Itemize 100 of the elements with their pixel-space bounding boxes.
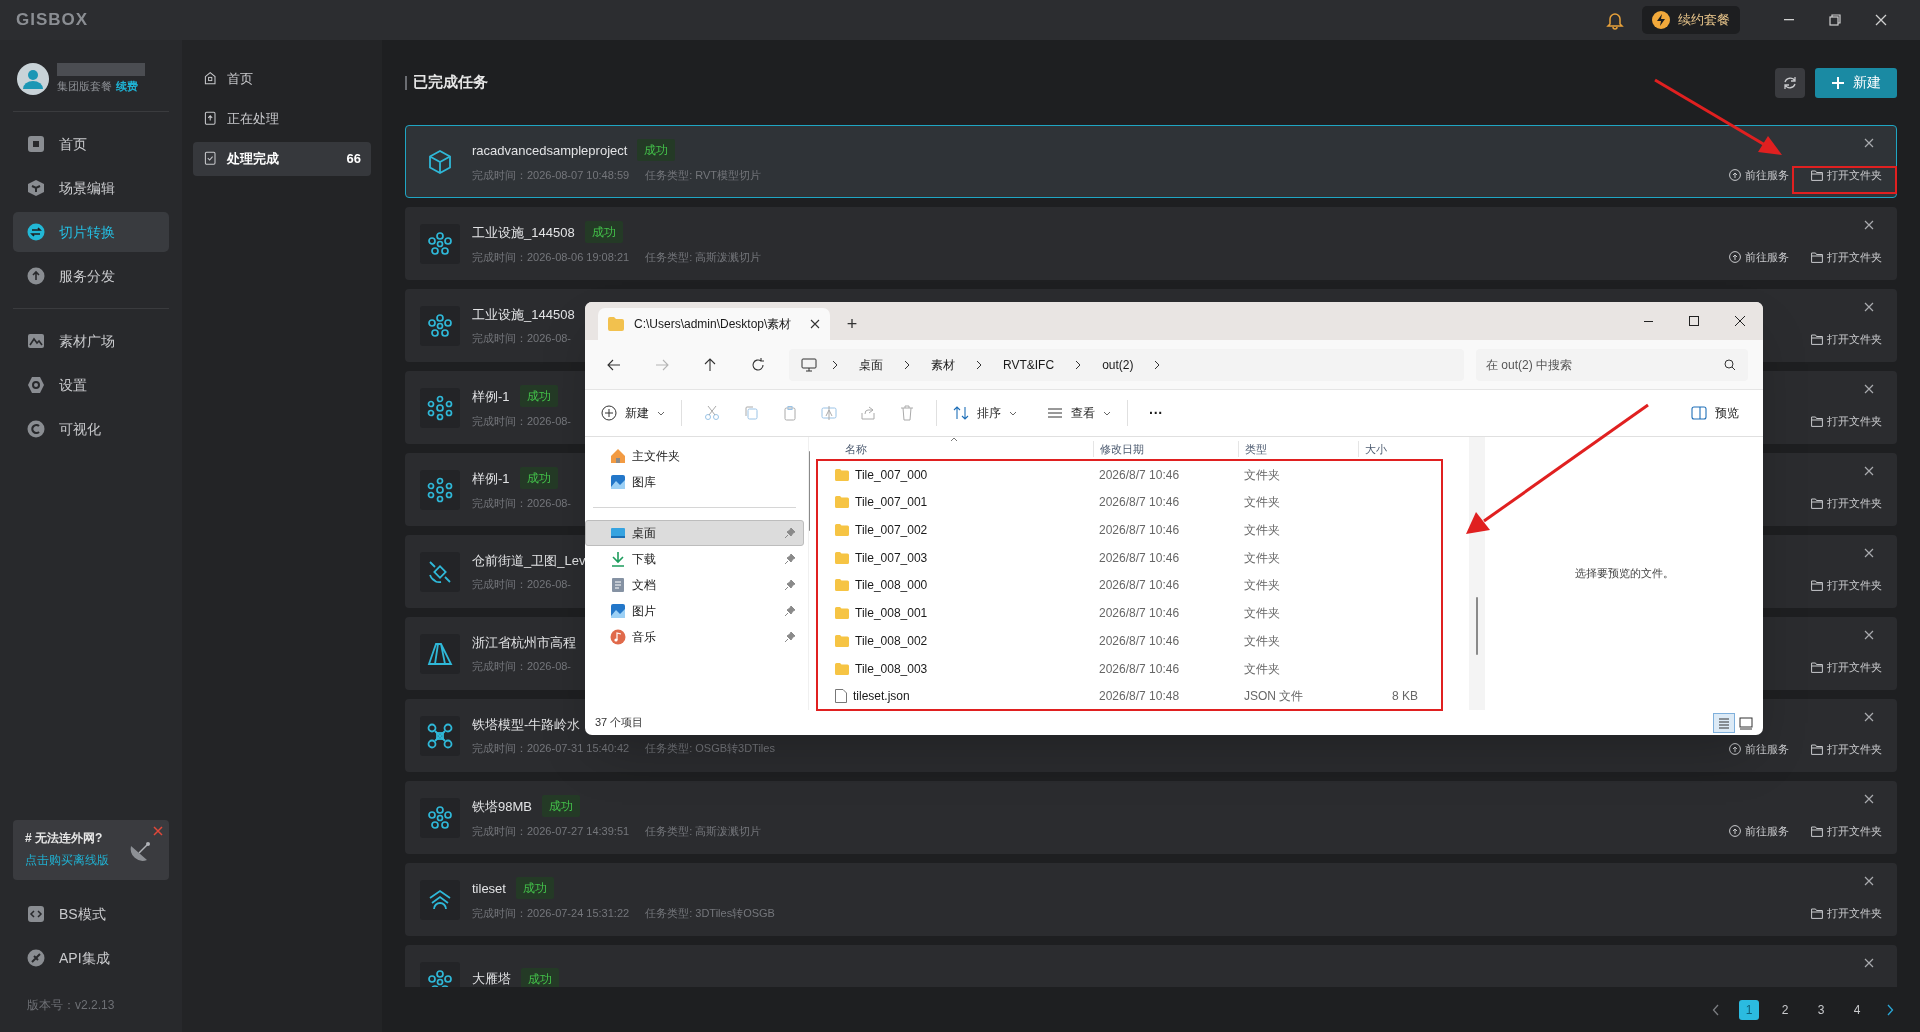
nav-pane-item[interactable]: 图片 (585, 598, 804, 624)
close-button[interactable] (1864, 138, 1874, 148)
file-type: 文件夹 (1243, 494, 1281, 512)
close-button[interactable] (153, 826, 163, 836)
scrollbar-thumb[interactable] (1476, 597, 1478, 655)
close-button[interactable] (1864, 220, 1874, 230)
task-card[interactable]: racadvancedsampleproject 成功 完成时间：2026-08-07 10:48:59 任务类型: RVT模型切片 前往服务 打开文件夹 (405, 125, 1897, 198)
page-button[interactable]: 4 (1847, 999, 1867, 1020)
new-button[interactable]: 新建 (595, 397, 671, 429)
close-button[interactable] (1864, 466, 1874, 476)
file-type: 文件夹 (1243, 549, 1281, 567)
page-title: 已完成任务 (413, 72, 488, 93)
app-logo: GISBOX (16, 9, 89, 32)
sidebar-item[interactable]: 素材广场 (13, 321, 169, 361)
task-card[interactable]: 铁塔98MB 成功 完成时间：2026-07-27 14:39:51 任务类型: 高斯泼溅切片 前往服务 打开文件夹 (405, 781, 1897, 854)
sidebar-item[interactable]: BS模式 (13, 894, 169, 934)
close-button[interactable] (1864, 302, 1874, 312)
close-button[interactable] (1864, 794, 1874, 804)
go-to-service-button[interactable]: 前往服务 (1729, 247, 1789, 267)
sidebar-item[interactable]: 切片转换 (13, 212, 169, 252)
page-button[interactable]: 2 (1775, 999, 1795, 1020)
task-card[interactable]: tileset 成功 完成时间：2026-07-24 15:31:22 任务类型: 3DTiles转OSGB 打开文件夹 (405, 863, 1897, 936)
task-card[interactable]: 工业设施_144508 成功 完成时间：2026-08-06 19:08:21 任务类型: 高斯泼溅切片 前往服务 打开文件夹 (405, 207, 1897, 280)
subnav-item[interactable]: 首页 (193, 62, 371, 96)
sidebar-item[interactable]: 场景编辑 (13, 168, 169, 208)
nav-pane-item[interactable]: 文档 (585, 572, 804, 598)
restore-icon (1827, 12, 1843, 28)
column-header[interactable]: 类型 (1238, 440, 1358, 458)
close-button[interactable] (1864, 712, 1874, 722)
task-title: tileset (472, 879, 506, 898)
view-button[interactable]: 查看 (1041, 397, 1117, 429)
open-folder-button[interactable]: 打开文件夹 (1811, 329, 1882, 349)
file-type: 文件夹 (1243, 577, 1281, 595)
preview-message: 选择要预览的文件。 (1574, 566, 1674, 582)
close-button[interactable] (1864, 876, 1874, 886)
completed-time: 完成时间：2026-07-31 15:40:42 (472, 741, 630, 756)
sidebar-item[interactable]: 设置 (13, 365, 169, 405)
close-button[interactable] (1864, 958, 1874, 968)
c-shape-icon (27, 420, 45, 438)
search-field[interactable]: 在 out(2) 中搜索 (1476, 348, 1748, 381)
column-header[interactable]: 修改日期 (1093, 440, 1238, 458)
refresh-button[interactable] (1775, 67, 1805, 98)
task-title: 工业设施_144508 (472, 223, 575, 242)
home-icon (27, 135, 45, 153)
sort-button[interactable]: 排序 (947, 397, 1023, 429)
new-button[interactable]: 新建 (1815, 67, 1897, 98)
open-folder-button[interactable]: 打开文件夹 (1811, 247, 1882, 267)
open-folder-button[interactable]: 打开文件夹 (1811, 657, 1882, 677)
breadcrumb-item[interactable]: RVT&IFC (997, 355, 1061, 374)
column-header[interactable]: 大小 (1358, 440, 1422, 458)
plan-label: 集团版套餐 (57, 79, 112, 95)
renew-link[interactable]: 续费 (116, 78, 138, 95)
subnav-item[interactable]: 正在处理 (193, 102, 371, 136)
open-folder-button[interactable]: 打开文件夹 (1811, 165, 1882, 185)
sidebar-item[interactable]: 首页 (13, 124, 169, 164)
nav-pane-item[interactable]: 音乐 (585, 624, 804, 650)
renew-plan-button[interactable]: 续约套餐 (1642, 6, 1740, 34)
view-mode-button[interactable] (1713, 712, 1735, 733)
folder-icon (1811, 907, 1823, 919)
open-folder-button[interactable]: 打开文件夹 (1811, 821, 1882, 841)
subnav-item[interactable]: 处理完成 66 (193, 142, 371, 176)
task-card[interactable]: 大雁塔 成功 (405, 945, 1897, 987)
search-icon (1724, 358, 1736, 371)
open-folder-button[interactable]: 打开文件夹 (1811, 903, 1882, 923)
sidebar-item[interactable]: 服务分发 (13, 256, 169, 296)
breadcrumb-item[interactable]: 桌面 (853, 355, 889, 374)
open-folder-button[interactable]: 打开文件夹 (1811, 411, 1882, 431)
completed-time: 完成时间：2026-07-24 15:31:22 (472, 906, 630, 922)
nav-pane-item[interactable]: 图库 (585, 469, 804, 495)
explorer-tab[interactable]: C:\Users\admin\Desktop\素材 (598, 308, 830, 340)
sidebar-item[interactable]: API集成 (13, 938, 169, 978)
buy-offline-link[interactable]: 点击购买离线版 (25, 851, 109, 869)
new-tab-button[interactable]: + (834, 308, 870, 340)
minimize-icon (1784, 19, 1794, 21)
address-bar[interactable]: 桌面 素材 RVT&IFC out(2) (789, 348, 1464, 381)
nav-pane-item[interactable]: 下载 (585, 546, 804, 572)
more-button[interactable]: ··· (1138, 397, 1174, 429)
chevron-right-icon (1074, 359, 1083, 370)
folder-icon (1811, 169, 1823, 181)
preview-button[interactable]: 预览 (1683, 397, 1747, 429)
breadcrumb-item[interactable]: out(2) (1096, 355, 1140, 374)
open-folder-button[interactable]: 打开文件夹 (1811, 739, 1882, 759)
cloud-upload-icon (1729, 169, 1741, 181)
nav-pane-item[interactable]: 桌面 (585, 520, 804, 546)
close-button[interactable] (1864, 548, 1874, 558)
column-header[interactable]: 名称 (821, 440, 1093, 458)
task-title: racadvancedsampleproject (472, 141, 628, 160)
page-button[interactable]: 3 (1811, 999, 1831, 1020)
close-button[interactable] (1864, 384, 1874, 394)
go-to-service-button[interactable]: 前往服务 (1729, 739, 1789, 759)
open-folder-button[interactable]: 打开文件夹 (1811, 575, 1882, 595)
sidebar-item[interactable]: 可视化 (13, 409, 169, 449)
close-button[interactable] (1864, 630, 1874, 640)
open-folder-button[interactable]: 打开文件夹 (1811, 493, 1882, 513)
go-to-service-button[interactable]: 前往服务 (1729, 821, 1789, 841)
nav-pane-item[interactable]: 主文件夹 (585, 443, 804, 469)
completed-time: 完成时间：2026-08- (472, 577, 572, 592)
go-to-service-button[interactable]: 前往服务 (1729, 165, 1789, 185)
upload-icon (27, 267, 45, 285)
breadcrumb-item[interactable]: 素材 (925, 355, 961, 374)
